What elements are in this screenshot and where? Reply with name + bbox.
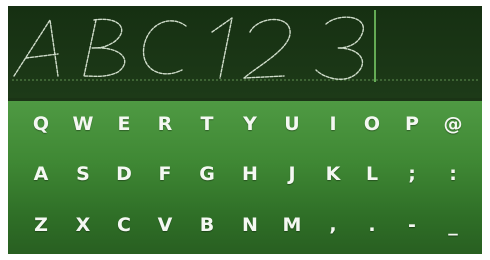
key-u[interactable]: U — [272, 105, 312, 143]
keyboard-row-3: Z X C V B N M , . - _ — [8, 206, 482, 244]
key-n[interactable]: N — [230, 206, 270, 244]
key-d[interactable]: D — [104, 155, 144, 193]
key-hyphen[interactable]: - — [392, 206, 432, 244]
key-s[interactable]: S — [63, 155, 103, 193]
keyboard-row-2: A S D F G H J K L ; : — [8, 155, 482, 193]
handwritten-glyph-A — [13, 19, 59, 77]
key-f[interactable]: F — [145, 155, 185, 193]
key-w[interactable]: W — [63, 105, 103, 143]
key-j[interactable]: J — [272, 155, 312, 193]
key-y[interactable]: Y — [230, 105, 270, 143]
key-o[interactable]: O — [352, 105, 392, 143]
key-colon[interactable]: : — [433, 155, 473, 193]
key-c[interactable]: C — [104, 206, 144, 244]
key-m[interactable]: M — [272, 206, 312, 244]
key-underscore[interactable]: _ — [433, 206, 473, 244]
key-comma[interactable]: , — [313, 206, 353, 244]
key-period[interactable]: . — [352, 206, 392, 244]
key-e[interactable]: E — [104, 105, 144, 143]
handwritten-glyphs — [13, 16, 365, 80]
key-z[interactable]: Z — [21, 206, 61, 244]
key-t[interactable]: T — [187, 105, 227, 143]
keyboard-row-1: Q W E R T Y U I O P @ — [8, 105, 482, 143]
key-k[interactable]: K — [313, 155, 353, 193]
handwritten-glyph-3 — [315, 16, 365, 80]
key-q[interactable]: Q — [21, 105, 61, 143]
handwriting-input-panel: Q W E R T Y U I O P @ A S D F G H J K L … — [8, 6, 482, 254]
on-screen-keyboard: Q W E R T Y U I O P @ A S D F G H J K L … — [8, 101, 482, 254]
key-p[interactable]: P — [392, 105, 432, 143]
handwritten-glyph-1 — [211, 17, 233, 79]
handwriting-display[interactable] — [8, 6, 482, 98]
key-i[interactable]: I — [313, 105, 353, 143]
key-a[interactable]: A — [21, 155, 61, 193]
key-l[interactable]: L — [352, 155, 392, 193]
handwritten-glyph-C — [142, 20, 187, 75]
key-at-sign[interactable]: @ — [433, 105, 473, 143]
key-semicolon[interactable]: ; — [392, 155, 432, 193]
key-g[interactable]: G — [187, 155, 227, 193]
key-v[interactable]: V — [145, 206, 185, 244]
key-b[interactable]: B — [187, 206, 227, 244]
handwritten-glyph-B — [83, 18, 126, 78]
handwriting-canvas[interactable] — [8, 6, 482, 98]
key-x[interactable]: X — [63, 206, 103, 244]
key-r[interactable]: R — [145, 105, 185, 143]
key-h[interactable]: H — [230, 155, 270, 193]
handwritten-glyph-2 — [243, 18, 291, 79]
